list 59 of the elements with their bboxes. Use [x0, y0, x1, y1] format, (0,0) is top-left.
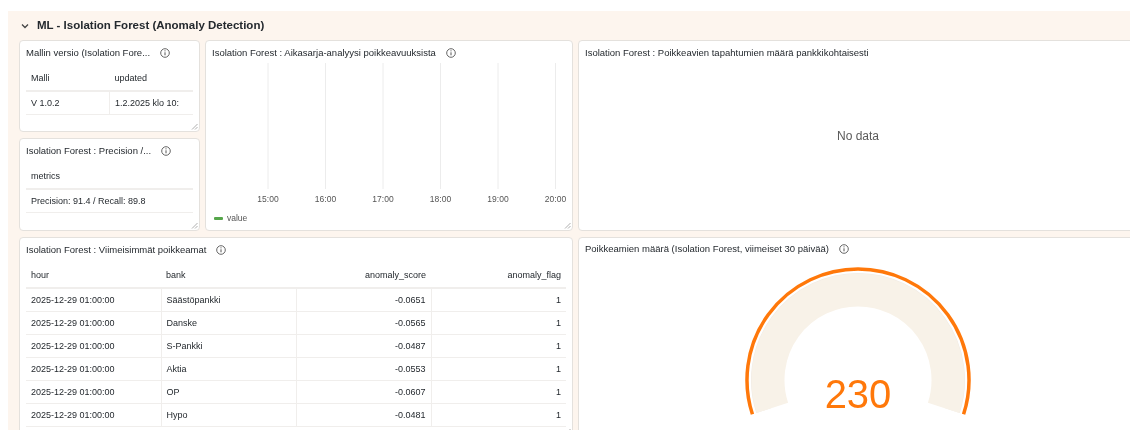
table-cell: V 1.0.2	[26, 91, 110, 115]
table-cell: 1	[431, 380, 566, 404]
table-cell: 2025-12-29 01:00:00	[26, 288, 161, 312]
table-cell: 2025-12-29 01:00:00	[26, 380, 161, 404]
axis-tick-label: 18:00	[429, 193, 452, 206]
table-cell: 2025-12-29 01:00:00	[26, 334, 161, 358]
column-header[interactable]: Malli	[26, 67, 110, 91]
table-cell: 2025-12-29 01:00:00	[26, 357, 161, 381]
column-header[interactable]: updated	[109, 67, 193, 91]
resize-handle-icon[interactable]	[564, 222, 571, 229]
resize-handle-icon[interactable]	[191, 123, 198, 130]
table-cell: 1	[431, 334, 566, 358]
table-cell: Aktia	[161, 357, 296, 381]
table-cell: -0.0487	[296, 334, 431, 358]
column-header[interactable]: anomaly_flag	[431, 264, 566, 288]
table-cell: OP	[161, 380, 296, 404]
table-cell: -0.0481	[296, 403, 431, 427]
table-cell: 1	[431, 403, 566, 427]
info-icon[interactable]	[160, 48, 171, 58]
chevron-icon[interactable]	[21, 21, 29, 30]
axis-tick-label: 16:00	[314, 193, 337, 206]
panel-title: Isolation Forest : Viimeisimmät poikkeamat	[26, 242, 207, 257]
table-cell: 1	[431, 311, 566, 335]
table-cell: 1	[431, 357, 566, 381]
table-cell: 1.2.2025 klo 10:	[109, 91, 193, 115]
table-cell: 2025-12-29 01:00:00	[26, 403, 161, 427]
info-icon[interactable]	[216, 245, 227, 255]
table-cell: 1	[431, 288, 566, 312]
no-data-message: No data	[837, 127, 879, 145]
table-cell: Precision: 91.4 / Recall: 89.8	[26, 189, 193, 213]
table-cell: -0.0651	[296, 288, 431, 312]
gauge-value: 230	[824, 374, 892, 415]
axis-tick-label: 15:00	[257, 193, 279, 206]
column-header[interactable]: bank	[161, 264, 296, 288]
resize-handle-icon[interactable]	[191, 222, 198, 229]
panel-title: Isolation Forest : Poikkeavien tapahtumien määrä pankkikohtaisesti	[585, 45, 869, 60]
legend-label[interactable]: value	[227, 212, 248, 225]
column-header[interactable]: hour	[26, 264, 161, 288]
axis-tick-label: 17:00	[372, 193, 394, 206]
column-header[interactable]: anomaly_score	[296, 264, 431, 288]
panel-title: Isolation Forest : Aikasarja-analyysi poikkeavuuksista	[212, 45, 436, 60]
table-cell: Hypo	[161, 403, 296, 427]
axis-tick-label: 20:00	[544, 193, 567, 206]
section-title[interactable]: ML - Isolation Forest (Anomaly Detection)	[37, 16, 265, 35]
info-icon[interactable]	[445, 48, 456, 58]
table-cell: 2025-12-29 01:00:00	[26, 311, 161, 335]
table-cell: -0.0565	[296, 311, 431, 335]
table-cell: -0.0553	[296, 357, 431, 381]
table-cell: Danske	[161, 311, 296, 335]
panel-title: Poikkeamien määrä (Isolation Forest, viimeiset 30 päivää)	[585, 242, 829, 256]
panel-title: Isolation Forest : Precision /...	[26, 143, 152, 158]
panel-title: Mallin versio (Isolation Fore...	[26, 45, 151, 60]
axis-tick-label: 19:00	[487, 193, 509, 206]
table-cell: -0.0607	[296, 380, 431, 404]
table-cell: Säästöpankki	[161, 288, 296, 312]
info-icon[interactable]	[161, 146, 172, 156]
table-cell: S-Pankki	[161, 334, 296, 358]
column-header[interactable]: metrics	[26, 165, 193, 189]
info-icon[interactable]	[838, 244, 849, 255]
